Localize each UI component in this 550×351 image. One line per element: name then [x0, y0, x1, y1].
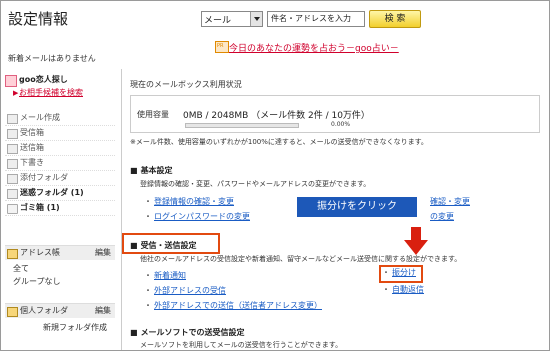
- address-book-title[interactable]: アドレス帳: [20, 247, 60, 258]
- sidebar-item-label: 下書き: [20, 158, 44, 167]
- sidebar-item-inbox[interactable]: 受信箱: [5, 126, 115, 141]
- link-password-change[interactable]: ログインパスワードの変更: [154, 211, 250, 222]
- sidebar-item-compose[interactable]: メール作成: [5, 111, 115, 126]
- link-external-send[interactable]: 外部アドレスでの送信（送信者アドレス変更）: [154, 300, 322, 311]
- link-account-info[interactable]: 登録情報の確認・変更: [154, 196, 234, 207]
- pr-icon: [215, 41, 229, 53]
- sidebar-item-label: 添付フォルダ: [20, 173, 68, 182]
- folder-nav: メール作成 受信箱 送信箱 下書き 添付フォルダ 迷惑フォルダ (1) ゴミ箱 …: [5, 111, 115, 216]
- search-placeholder: 件名・アドレスを入力: [271, 14, 351, 23]
- app-window: 設定情報 メール 件名・アドレスを入力 検 索 今日のあなたの運勢を占おう－go…: [0, 0, 550, 351]
- arrow-down-icon: [404, 227, 428, 255]
- capacity-percent: 0.00%: [331, 121, 351, 128]
- goo-ad-link[interactable]: お相手候補を検索: [19, 87, 83, 98]
- search-type-select[interactable]: メール: [201, 11, 263, 27]
- fortune-link[interactable]: 今日のあなたの運勢を占おう－goo占い－: [229, 41, 399, 54]
- mail-soft-heading: メールソフトでの送受信設定: [130, 327, 245, 338]
- capacity-value: 0MB / 2048MB （メール件数 2件 / 10万件）: [183, 111, 370, 121]
- folder-icon: [7, 307, 18, 317]
- sidebar-item-label: 送信箱: [20, 143, 44, 152]
- capacity-label: 使用容量: [137, 110, 169, 119]
- search-input[interactable]: 件名・アドレスを入力: [267, 11, 365, 27]
- instruction-callout: 振分けをクリック: [297, 197, 417, 217]
- goo-ad: goo恋人探し ▶ お相手候補を検索: [5, 73, 115, 101]
- sidebar-item-label: 迷惑フォルダ (1): [20, 188, 84, 197]
- goo-ad-title: goo恋人探し: [19, 75, 68, 84]
- personal-folder-title[interactable]: 個人フォルダ: [20, 305, 68, 316]
- draft-icon: [7, 159, 18, 169]
- address-book-edit[interactable]: 編集: [95, 247, 111, 258]
- bullet: ・: [382, 268, 390, 277]
- capacity-bar: [185, 123, 299, 128]
- link-new-mail-notify[interactable]: 新着通知: [154, 270, 186, 281]
- bullet: ・: [144, 197, 152, 206]
- inbox-icon: [7, 129, 18, 139]
- bullet: ・: [144, 212, 152, 221]
- basic-settings-heading: 基本設定: [130, 165, 173, 176]
- bullet: ・: [144, 301, 152, 310]
- page-title: 設定情報: [8, 10, 69, 28]
- sidebar-item-label: ゴミ箱 (1): [20, 203, 60, 212]
- capacity-note: ※メール件数、使用容量のいずれかが100%に達すると、メールの送受信ができなくな…: [130, 138, 428, 146]
- sidebar-item-trash[interactable]: ゴミ箱 (1): [5, 201, 115, 216]
- outbox-icon: [7, 144, 18, 154]
- send-receive-highlight: [122, 233, 220, 254]
- basic-settings-desc: 登録情報の確認・変更、パスワードやメールアドレスの変更ができます。: [140, 180, 371, 188]
- sidebar: goo恋人探し ▶ お相手候補を検索 メール作成 受信箱 送信箱 下書き 添付フ…: [1, 69, 118, 350]
- search-type-value: メール: [204, 16, 232, 26]
- paperclip-icon: [7, 174, 18, 184]
- link-basic-right-2[interactable]: の変更: [430, 211, 454, 222]
- link-filter[interactable]: 振分け: [392, 267, 416, 278]
- sidebar-item-attachments[interactable]: 添付フォルダ: [5, 171, 115, 186]
- bullet: ・: [144, 271, 152, 280]
- mailbox-status-box: 使用容量 0MB / 2048MB （メール件数 2件 / 10万件） 0.00…: [130, 95, 540, 133]
- new-folder-link[interactable]: 新規フォルダ作成: [43, 322, 107, 333]
- sidebar-item-sent[interactable]: 送信箱: [5, 141, 115, 156]
- personal-folder-header: 個人フォルダ 編集: [5, 303, 115, 318]
- link-auto-reply[interactable]: 自動返信: [392, 284, 424, 295]
- address-book-header: アドレス帳 編集: [5, 245, 115, 260]
- new-mail-status: 新着メールはありません: [8, 54, 96, 63]
- link-basic-right-1[interactable]: 確認・変更: [430, 196, 470, 207]
- sidebar-item-drafts[interactable]: 下書き: [5, 156, 115, 171]
- link-external-receive[interactable]: 外部アドレスの受信: [154, 285, 226, 296]
- address-book-all[interactable]: 全て: [13, 263, 29, 274]
- address-book-icon: [7, 249, 18, 259]
- header: 設定情報 メール 件名・アドレスを入力 検 索: [1, 1, 549, 35]
- bullet: ・: [382, 285, 390, 294]
- bullet: ・: [144, 286, 152, 295]
- search-button[interactable]: 検 索: [369, 10, 421, 28]
- heart-icon: [5, 75, 17, 87]
- address-book-no-group[interactable]: グループなし: [13, 276, 61, 287]
- personal-folder-edit[interactable]: 編集: [95, 305, 111, 316]
- mailbox-status-title: 現在のメールボックス利用状況: [130, 80, 242, 89]
- trash-icon: [7, 204, 18, 214]
- chevron-down-icon[interactable]: [250, 12, 262, 26]
- sidebar-item-label: メール作成: [20, 113, 60, 122]
- sidebar-item-spam[interactable]: 迷惑フォルダ (1): [5, 186, 115, 201]
- sidebar-item-label: 受信箱: [20, 128, 44, 137]
- spam-folder-icon: [7, 189, 18, 199]
- mail-soft-desc: メールソフトを利用してメールの送受信を行うことができます。: [140, 341, 343, 349]
- arrow-right-icon: ▶: [13, 89, 19, 97]
- pencil-icon: [7, 114, 18, 124]
